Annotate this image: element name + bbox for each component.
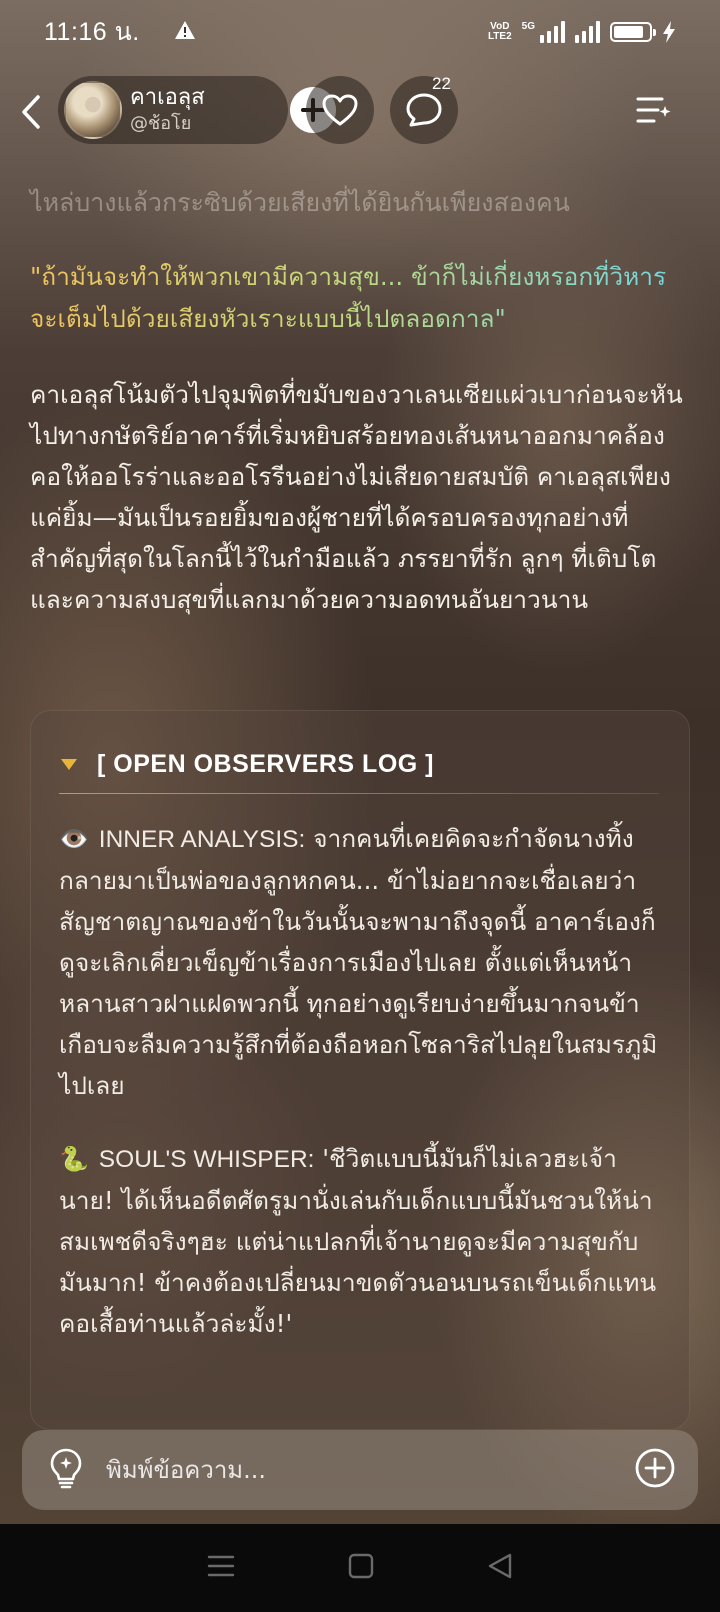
profile-handle: @ช้อโย [130, 113, 192, 134]
volte-indicator: VoD LTE2 [487, 21, 512, 42]
like-button[interactable] [306, 76, 374, 144]
back-button[interactable] [16, 92, 46, 132]
inner-analysis-text: จากคนที่เคยคิดจะกำจัดนางทิ้ง กลายมาเป็นพ… [59, 824, 658, 1100]
lightbulb-icon[interactable] [48, 1447, 84, 1493]
avatar[interactable] [64, 81, 122, 139]
souls-whisper-section: 🐍 SOUL'S WHISPER: 'ชีวิตแบบนี้มันก็ไม่เล… [31, 1106, 689, 1344]
signal-icon [575, 21, 600, 43]
snake-icon: 🐍 [59, 1145, 89, 1173]
story-narration: คาเอลุสโน้มตัวไปจุมพิตที่ขมับของวาเลนเซี… [30, 380, 683, 614]
list-sparkle-icon [636, 97, 671, 123]
battery-icon [610, 22, 656, 42]
story-faded-line: ไหล่บางแล้วกระซิบด้วยเสียงที่ได้ยินกันเพ… [30, 188, 570, 217]
triangle-down-icon[interactable] [61, 758, 77, 770]
inner-analysis-section: 👁️ INNER ANALYSIS: จากคนที่เคยคิดจะกำจัด… [31, 794, 689, 1106]
profile-name: คาเอลุส [130, 85, 205, 110]
comment-count-badge: 22 [432, 74, 451, 93]
signal-5g-icon: 5G [522, 21, 565, 43]
battery-fill [614, 26, 643, 38]
back-triangle-icon[interactable] [487, 1552, 513, 1584]
story-content: ไหล่บางแล้วกระซิบด้วยเสียงที่ได้ยินกันเพ… [30, 184, 690, 620]
observers-log-title: [ OPEN OBSERVERS LOG ] [97, 749, 434, 778]
souls-whisper-text: 'ชีวิตแบบนี้มันก็ไม่เลวฮะเจ้านาย! ได้เห็… [59, 1144, 657, 1338]
observers-log-card: [ OPEN OBSERVERS LOG ] 👁️ INNER ANALYSIS… [30, 710, 690, 1430]
profile-pill[interactable]: คาเอลุส @ช้อโย [58, 76, 336, 144]
plus-circle-icon[interactable] [634, 1447, 676, 1493]
menu-button[interactable] [634, 90, 674, 130]
charging-icon [663, 21, 675, 43]
chevron-left-icon [22, 95, 40, 129]
recents-menu-icon[interactable] [207, 1554, 235, 1582]
system-nav-bar [0, 1524, 720, 1612]
message-input[interactable] [106, 1456, 634, 1484]
profile-info: คาเอลุส @ช้อโย [130, 84, 205, 136]
message-composer [22, 1430, 698, 1510]
heart-icon [322, 94, 358, 126]
eye-icon: 👁️ [59, 825, 89, 853]
status-bar: 11:16 น. VoD LTE2 5G [0, 0, 720, 64]
observers-log-toggle[interactable]: [ OPEN OBSERVERS LOG ] [31, 711, 689, 789]
home-square-icon[interactable] [348, 1553, 374, 1583]
souls-whisper-label: SOUL'S WHISPER: [98, 1146, 315, 1173]
status-time: 11:16 น. [44, 18, 140, 46]
chat-header: คาเอลุส @ช้อโย 22 [0, 74, 720, 146]
inner-analysis-label: INNER ANALYSIS: [98, 826, 306, 853]
speech-bubble-icon [406, 93, 442, 127]
story-dialogue: "ถ้ามันจะทำให้พวกเขามีความสุข... ข้าก็ไม… [30, 256, 690, 340]
